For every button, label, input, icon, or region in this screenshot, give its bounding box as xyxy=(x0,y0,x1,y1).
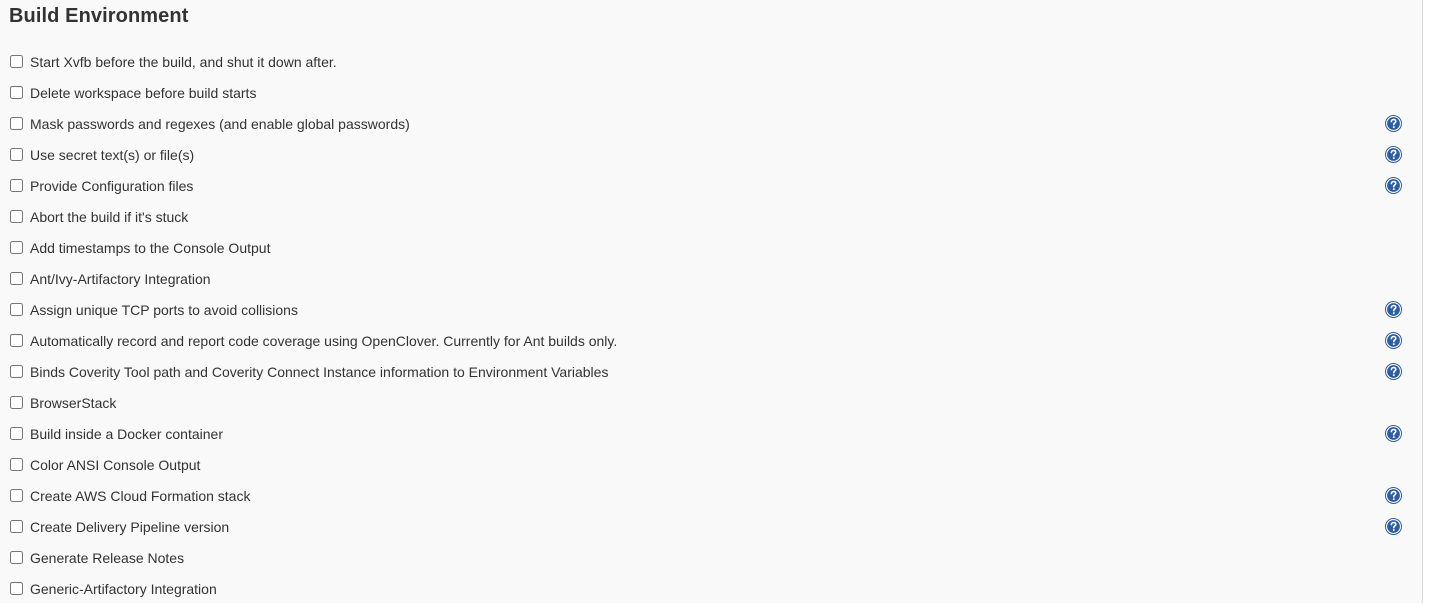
option-row: BrowserStack xyxy=(0,387,1422,418)
option-label[interactable]: Delete workspace before build starts xyxy=(10,84,257,101)
option-checkbox[interactable] xyxy=(10,333,23,347)
option-checkbox[interactable] xyxy=(10,457,23,471)
option-text: Binds Coverity Tool path and Coverity Co… xyxy=(30,364,609,380)
option-text: Abort the build if it's stuck xyxy=(30,209,189,225)
option-text: Generate Release Notes xyxy=(30,550,185,566)
help-icon[interactable] xyxy=(1385,332,1402,349)
help-icon[interactable] xyxy=(1385,487,1402,504)
option-text: Ant/Ivy-Artifactory Integration xyxy=(30,271,211,287)
option-row: Ant/Ivy-Artifactory Integration xyxy=(0,263,1422,294)
option-label[interactable]: Use secret text(s) or file(s) xyxy=(10,146,195,163)
option-label[interactable]: Color ANSI Console Output xyxy=(10,456,201,473)
option-text: BrowserStack xyxy=(30,395,117,411)
option-row: Build inside a Docker container xyxy=(0,418,1422,449)
option-row: Abort the build if it's stuck xyxy=(0,201,1422,232)
option-text: Assign unique TCP ports to avoid collisi… xyxy=(30,302,298,318)
option-checkbox[interactable] xyxy=(10,426,23,440)
option-label[interactable]: Ant/Ivy-Artifactory Integration xyxy=(10,270,211,287)
option-row: Create Delivery Pipeline version xyxy=(0,511,1422,542)
option-row: Provide Configuration files xyxy=(0,170,1422,201)
option-text: Add timestamps to the Console Output xyxy=(30,240,271,256)
help-icon[interactable] xyxy=(1385,518,1402,535)
option-checkbox[interactable] xyxy=(10,519,23,533)
option-checkbox[interactable] xyxy=(10,85,23,99)
build-environment-section: Build Environment Start Xvfb before the … xyxy=(0,0,1423,603)
help-icon[interactable] xyxy=(1385,363,1402,380)
option-label[interactable]: Create AWS Cloud Formation stack xyxy=(10,487,251,504)
option-row: Create AWS Cloud Formation stack xyxy=(0,480,1422,511)
option-checkbox[interactable] xyxy=(10,209,23,223)
help-icon[interactable] xyxy=(1385,301,1402,318)
option-label[interactable]: Create Delivery Pipeline version xyxy=(10,518,230,535)
help-icon[interactable] xyxy=(1385,177,1402,194)
option-row: Generate Release Notes xyxy=(0,542,1422,573)
option-row: Binds Coverity Tool path and Coverity Co… xyxy=(0,356,1422,387)
option-row: Assign unique TCP ports to avoid collisi… xyxy=(0,294,1422,325)
option-checkbox[interactable] xyxy=(10,364,23,378)
option-row: Automatically record and report code cov… xyxy=(0,325,1422,356)
option-text: Use secret text(s) or file(s) xyxy=(30,147,195,163)
option-text: Automatically record and report code cov… xyxy=(30,333,618,349)
option-text: Provide Configuration files xyxy=(30,178,194,194)
option-checkbox[interactable] xyxy=(10,240,23,254)
option-checkbox[interactable] xyxy=(10,178,23,192)
option-label[interactable]: Generic-Artifactory Integration xyxy=(10,580,217,597)
option-text: Build inside a Docker container xyxy=(30,426,223,442)
option-row: Color ANSI Console Output xyxy=(0,449,1422,480)
option-label[interactable]: Add timestamps to the Console Output xyxy=(10,239,271,256)
option-row: Mask passwords and regexes (and enable g… xyxy=(0,108,1422,139)
option-checkbox[interactable] xyxy=(10,271,23,285)
option-label[interactable]: BrowserStack xyxy=(10,394,117,411)
option-text: Create Delivery Pipeline version xyxy=(30,519,230,535)
option-checkbox[interactable] xyxy=(10,147,23,161)
option-label[interactable]: Start Xvfb before the build, and shut it… xyxy=(10,53,337,70)
help-icon[interactable] xyxy=(1385,146,1402,163)
option-checkbox[interactable] xyxy=(10,488,23,502)
option-text: Color ANSI Console Output xyxy=(30,457,201,473)
option-text: Start Xvfb before the build, and shut it… xyxy=(30,54,337,70)
option-checkbox[interactable] xyxy=(10,302,23,316)
section-title: Build Environment xyxy=(9,5,189,27)
option-label[interactable]: Provide Configuration files xyxy=(10,177,194,194)
help-icon[interactable] xyxy=(1385,115,1402,132)
option-label[interactable]: Automatically record and report code cov… xyxy=(10,332,618,349)
option-row: Add timestamps to the Console Output xyxy=(0,232,1422,263)
option-label[interactable]: Generate Release Notes xyxy=(10,549,185,566)
option-text: Delete workspace before build starts xyxy=(30,85,257,101)
option-label[interactable]: Mask passwords and regexes (and enable g… xyxy=(10,115,410,132)
options-list: Start Xvfb before the build, and shut it… xyxy=(0,46,1422,604)
option-checkbox[interactable] xyxy=(10,54,23,68)
option-row: Delete workspace before build starts xyxy=(0,77,1422,108)
option-text: Mask passwords and regexes (and enable g… xyxy=(30,116,410,132)
option-row: Use secret text(s) or file(s) xyxy=(0,139,1422,170)
help-icon[interactable] xyxy=(1385,425,1402,442)
option-label[interactable]: Build inside a Docker container xyxy=(10,425,223,442)
option-label[interactable]: Assign unique TCP ports to avoid collisi… xyxy=(10,301,298,318)
option-checkbox[interactable] xyxy=(10,581,23,595)
option-checkbox[interactable] xyxy=(10,395,23,409)
option-label[interactable]: Binds Coverity Tool path and Coverity Co… xyxy=(10,363,609,380)
option-checkbox[interactable] xyxy=(10,550,23,564)
option-text: Generic-Artifactory Integration xyxy=(30,581,217,597)
option-row: Start Xvfb before the build, and shut it… xyxy=(0,46,1422,77)
option-label[interactable]: Abort the build if it's stuck xyxy=(10,208,189,225)
option-row: Generic-Artifactory Integration xyxy=(0,573,1422,604)
option-checkbox[interactable] xyxy=(10,116,23,130)
option-text: Create AWS Cloud Formation stack xyxy=(30,488,251,504)
